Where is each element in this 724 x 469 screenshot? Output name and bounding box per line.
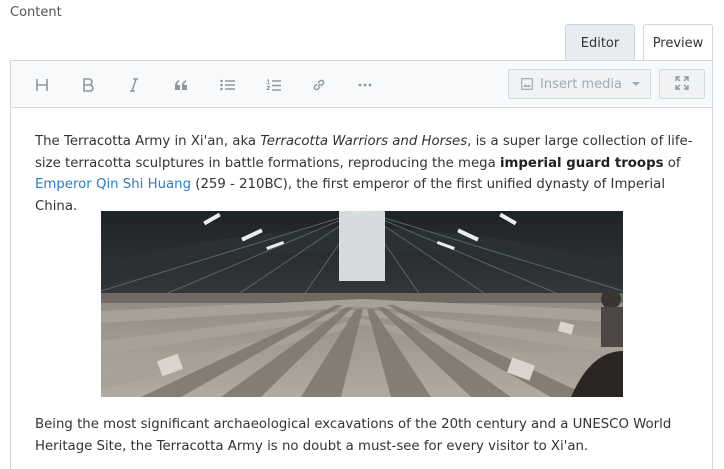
image-icon: [521, 78, 533, 90]
emperor-qin-link[interactable]: Emperor Qin Shi Huang: [35, 177, 191, 192]
insert-media-label: Insert media: [540, 76, 622, 92]
insert-media-button[interactable]: Insert media: [508, 69, 651, 99]
editor-content[interactable]: The Terracotta Army in Xi'an, aka Terrac…: [35, 131, 695, 217]
more-icon[interactable]: [352, 73, 378, 97]
fullscreen-icon: [675, 75, 689, 94]
p1-bold-text: imperial guard troops: [500, 155, 664, 171]
paragraph-1: The Terracotta Army in Xi'an, aka Terrac…: [35, 131, 695, 217]
paragraph-2: Being the most significant archaeologica…: [35, 417, 672, 454]
heading-icon[interactable]: [29, 73, 55, 97]
tab-editor[interactable]: Editor: [565, 24, 635, 61]
p1-italic-text: Terracotta Warriors and Horses: [260, 134, 468, 149]
rich-text-editor: Insert media The Terracotta Army in Xi'a…: [10, 60, 713, 469]
editor-toolbar: Insert media: [11, 61, 712, 108]
content-field-label: Content: [10, 5, 62, 20]
quote-icon[interactable]: [168, 73, 194, 97]
tab-preview[interactable]: Preview: [643, 24, 713, 61]
terracotta-army-image[interactable]: [101, 211, 623, 397]
chevron-down-icon: [631, 82, 640, 86]
bulleted-list-icon[interactable]: [214, 73, 240, 97]
italic-icon[interactable]: [121, 73, 147, 97]
p1-text-3: of: [663, 155, 681, 171]
link-icon[interactable]: [306, 73, 332, 97]
bold-icon[interactable]: [75, 73, 101, 97]
fullscreen-button[interactable]: [659, 69, 705, 99]
numbered-list-icon[interactable]: [260, 73, 286, 97]
p1-text-1: The Terracotta Army in Xi'an, aka: [35, 134, 261, 149]
